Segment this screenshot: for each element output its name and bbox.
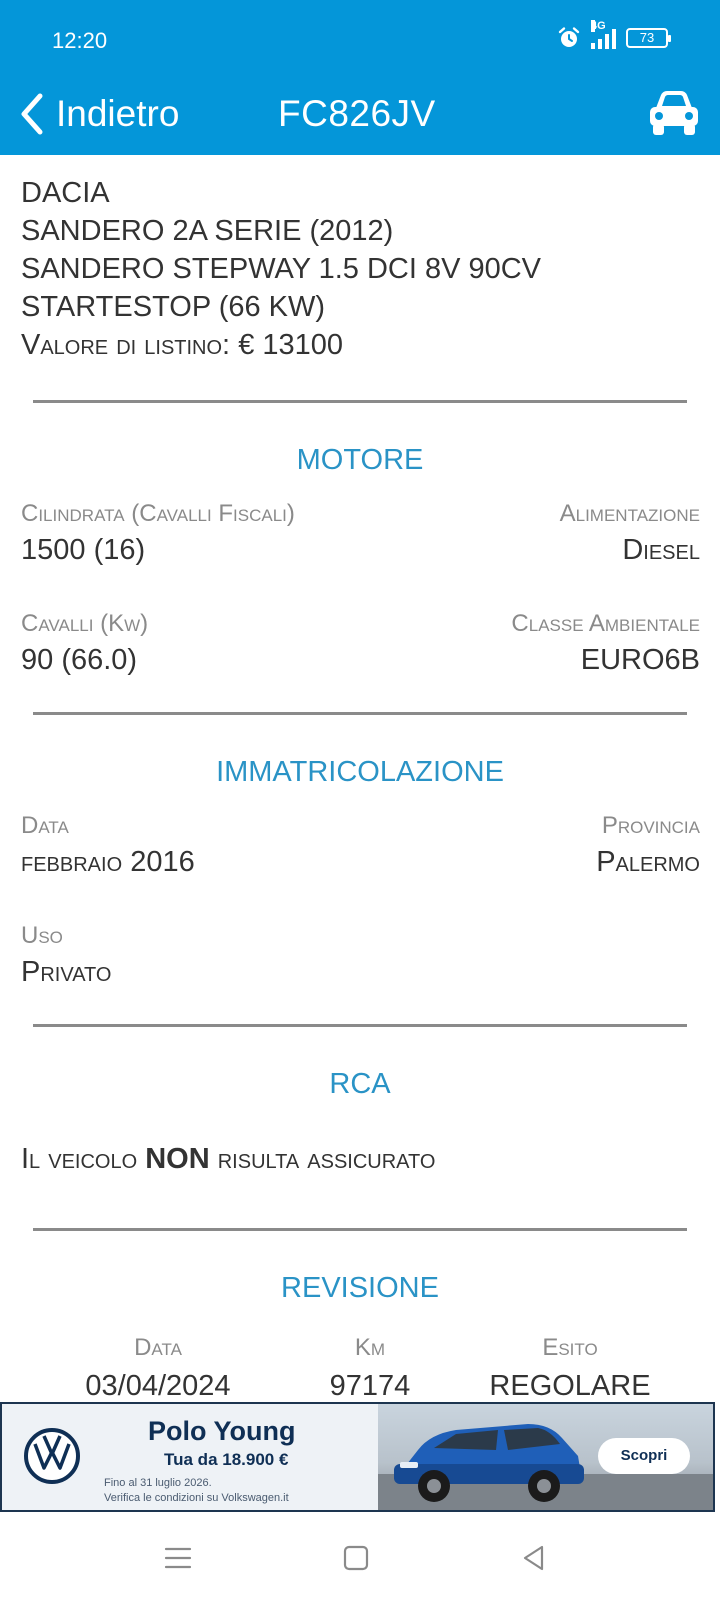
car-icon[interactable] [646, 86, 702, 140]
revisione-value: 03/04/2024 [85, 1370, 231, 1402]
ad-fine-line2: Verifica le condizioni su Volkswagen.it [104, 1492, 289, 1504]
field-value: 1500 (16) [21, 534, 146, 566]
divider [33, 712, 687, 715]
field-label: Data [21, 812, 69, 839]
field-cilindrata: Cilindrata (Cavalli Fiscali) 1500 (16) [21, 500, 295, 567]
section-title-motore: MOTORE [296, 444, 424, 476]
battery-icon: 73 [626, 28, 671, 48]
back-button[interactable]: Indietro [18, 86, 179, 142]
revisione-value: 97174 [329, 1370, 411, 1402]
revisione-label: Data [134, 1334, 182, 1361]
section-title-rca: RCA [329, 1068, 391, 1100]
revisione-col-data: Data 03/04/2024 [58, 1334, 258, 1403]
alarm-icon [558, 27, 580, 47]
field-label: Provincia [601, 812, 700, 839]
rca-status: Il veicolo NON risulta assicurato [21, 1143, 435, 1176]
divider [33, 400, 687, 403]
back-triangle-icon[interactable] [518, 1542, 550, 1574]
field-value: Diesel [622, 534, 700, 566]
field-alimentazione: Alimentazione Diesel [560, 500, 700, 567]
status-time: 12:20 [52, 28, 108, 53]
status-icons: 4G 73 [557, 20, 671, 50]
revisione-label: Km [354, 1334, 386, 1361]
field-value: 90 (66.0) [21, 644, 138, 676]
ad-cta-button[interactable]: Scopri [598, 1438, 690, 1474]
list-price-value: € 13100 [238, 329, 344, 361]
ad-fine-line1: Fino al 31 luglio 2026. [104, 1477, 212, 1489]
ad-fine-print: Fino al 31 luglio 2026. Verifica le cond… [104, 1476, 289, 1506]
rca-text-bold: NON [145, 1143, 210, 1175]
list-price: Valore di listino: € 13100 [21, 326, 701, 364]
section-title-immatricolazione: IMMATRICOLAZIONE [216, 756, 504, 788]
signal-icon: 4G [591, 20, 616, 49]
rca-text-before: Il veicolo [21, 1143, 146, 1175]
vehicle-series: SANDERO 2A SERIE (2012) [21, 215, 394, 247]
vehicle-version-line2: STARTESTOP (66 KW) [21, 291, 326, 323]
list-price-label: Valore di listino: [21, 329, 231, 361]
ad-banner[interactable]: Polo Young Tua da 18.900 € Fino al 31 lu… [0, 1402, 715, 1512]
menu-icon[interactable] [162, 1542, 194, 1574]
vehicle-version-line1: SANDERO STEPWAY 1.5 DCI 8V 90CV [21, 253, 542, 285]
revisione-value: REGOLARE [489, 1370, 651, 1402]
field-value: febbraio 2016 [21, 846, 195, 878]
revisione-col-esito: Esito REGOLARE [470, 1334, 670, 1403]
field-value: Privato [21, 956, 112, 988]
chevron-left-icon [21, 93, 43, 135]
field-value: Palermo [596, 846, 700, 878]
ad-price: Tua da 18.900 € [164, 1450, 289, 1469]
back-label: Indietro [56, 93, 180, 134]
network-type: 4G [591, 20, 606, 32]
system-nav-bar [0, 1512, 720, 1604]
revisione-col-km: Km 97174 [270, 1334, 470, 1403]
ad-title: Polo Young [148, 1416, 296, 1446]
vw-logo-icon [24, 1428, 80, 1484]
vehicle-info: DACIA SANDERO 2A SERIE (2012) SANDERO ST… [21, 174, 701, 364]
divider [33, 1228, 687, 1231]
field-provincia: Provincia Palermo [596, 812, 700, 879]
field-label: Classe Ambientale [511, 610, 700, 637]
field-label: Cavalli (Kw) [21, 610, 149, 637]
field-cavalli: Cavalli (Kw) 90 (66.0) [21, 610, 148, 677]
section-title-revisione: REVISIONE [281, 1272, 439, 1304]
field-label: Uso [21, 922, 63, 949]
field-label: Cilindrata (Cavalli Fiscali) [21, 500, 295, 527]
revisione-label: Esito [542, 1334, 598, 1361]
divider [33, 1024, 687, 1027]
status-bar: 12:20 4G 73 [0, 0, 720, 78]
app-bar: Indietro FC826JV [0, 78, 720, 155]
rca-text-after: risulta assicurato [209, 1143, 436, 1175]
field-data-immatricolazione: Data febbraio 2016 [21, 812, 195, 879]
vehicle-make: DACIA [21, 177, 110, 209]
field-value: EURO6B [580, 644, 700, 676]
field-label: Alimentazione [559, 500, 700, 527]
field-uso: Uso Privato [21, 922, 111, 989]
home-square-icon[interactable] [340, 1542, 372, 1574]
field-classe-ambientale: Classe Ambientale EURO6B [511, 610, 700, 677]
page-title: FC826JV [278, 93, 436, 134]
